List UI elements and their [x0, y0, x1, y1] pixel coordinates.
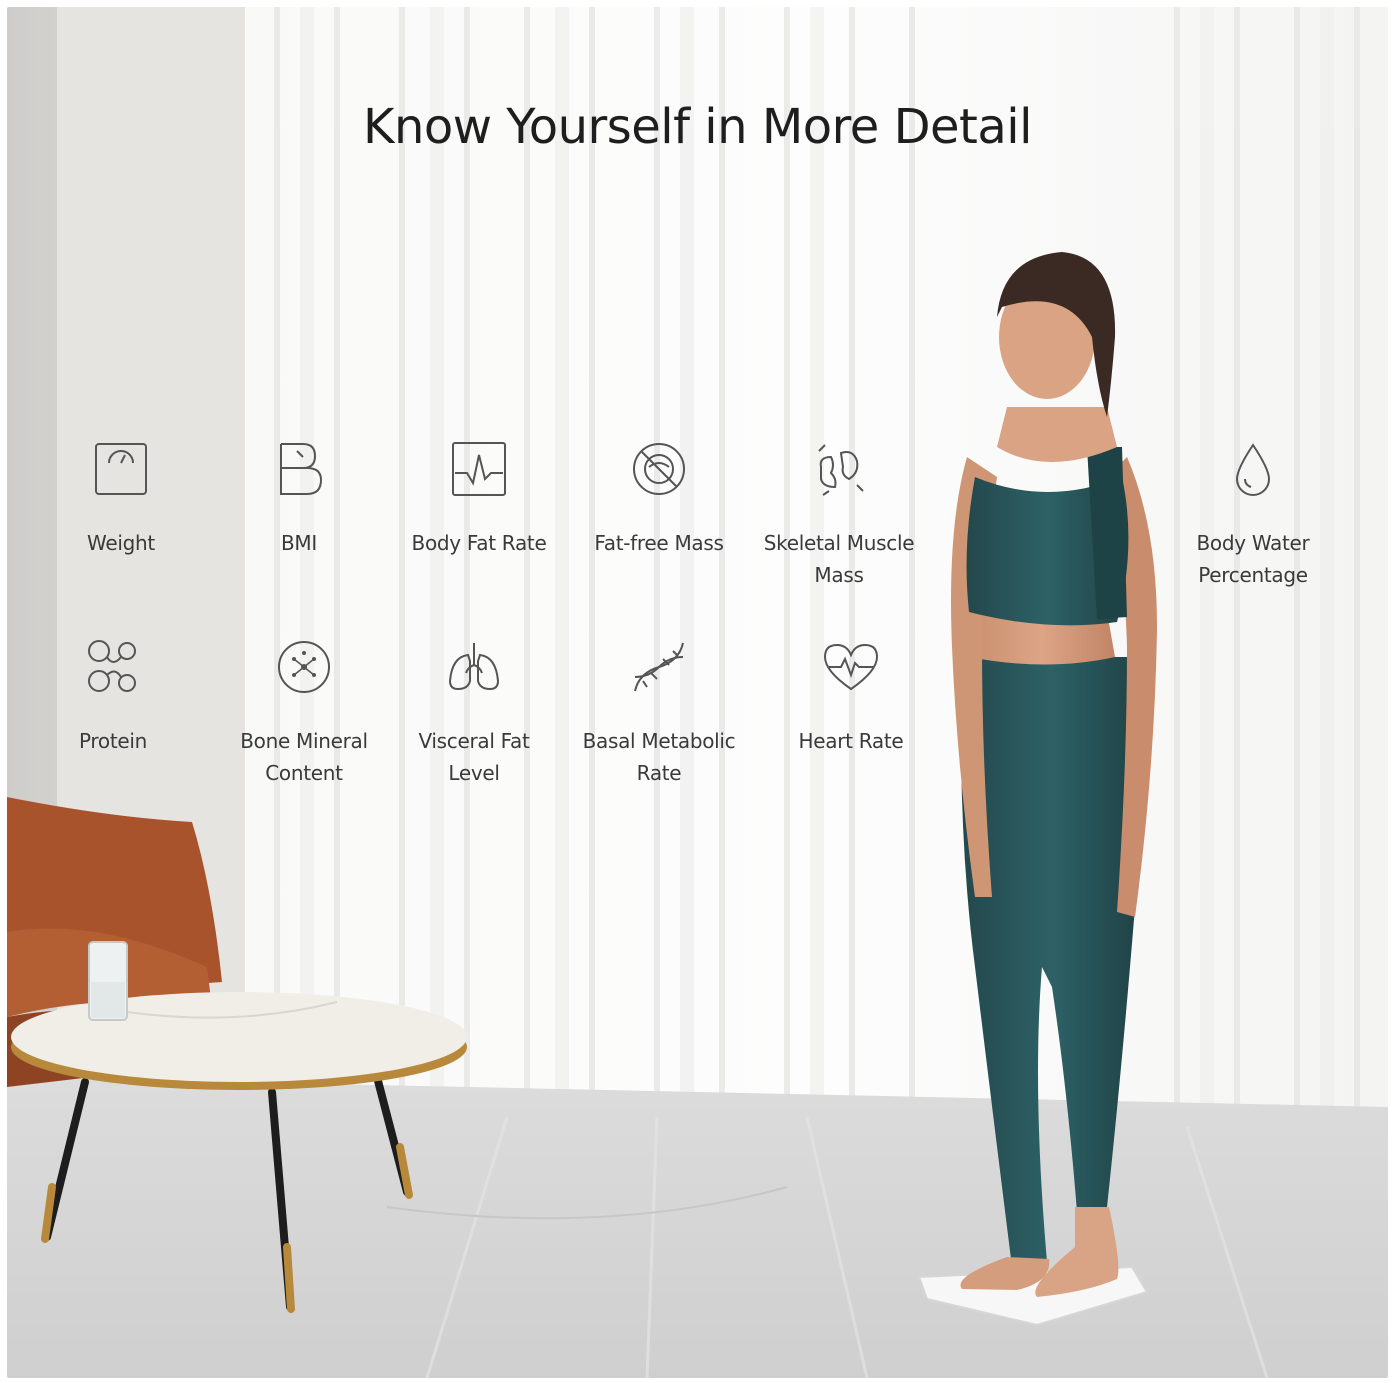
bmi-icon	[280, 443, 323, 495]
metric-heart-rate: Heart Rate	[771, 637, 931, 757]
body-fat-chart-icon	[452, 442, 506, 496]
metric-visceral-fat-level: Visceral Fat Level	[399, 637, 549, 789]
metric-weight: Weight	[51, 439, 191, 559]
lungs-icon	[448, 643, 500, 691]
metric-bone-mineral-content: Bone Mineral Content	[219, 637, 389, 789]
protein-icon	[88, 640, 136, 692]
metric-basal-metabolic-rate: Basal Metabolic Rate	[569, 637, 749, 789]
metric-bmi: BMI	[229, 439, 369, 559]
heart-rate-icon	[823, 643, 879, 691]
metric-protein: Protein	[43, 637, 183, 757]
metric-fat-free-mass: Fat-free Mass	[579, 439, 739, 559]
fat-free-mass-icon	[633, 443, 685, 495]
product-banner: Know Yourself in More Detail Weight BMI …	[7, 7, 1388, 1378]
water-drop-icon	[1235, 443, 1271, 496]
metric-body-water-percentage: Body Water Percentage	[1173, 439, 1333, 591]
page-title: Know Yourself in More Detail	[363, 99, 1032, 155]
muscle-icon	[818, 444, 864, 496]
metric-skeletal-muscle-mass: Skeletal Muscle Mass	[749, 439, 929, 591]
metric-body-fat-rate: Body Fat Rate	[399, 439, 559, 559]
dna-icon	[634, 642, 684, 692]
bone-mineral-icon	[278, 641, 330, 693]
weight-scale-icon	[95, 443, 147, 495]
